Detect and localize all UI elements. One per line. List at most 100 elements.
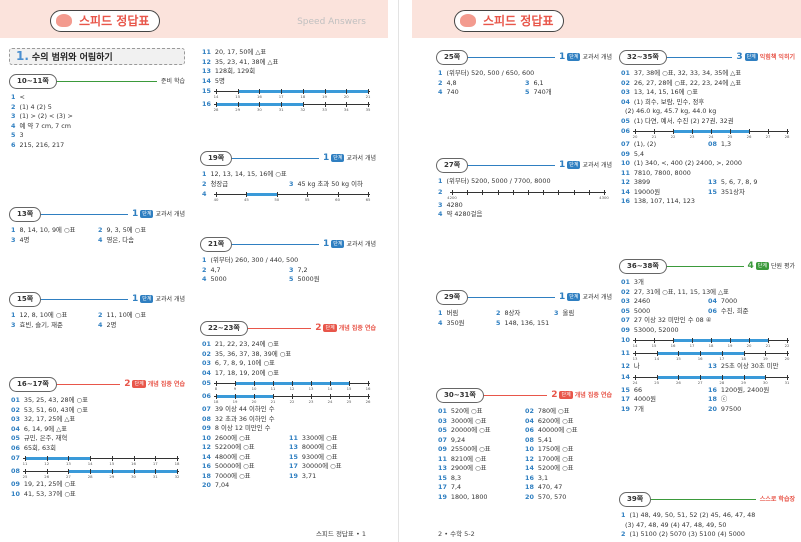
answer-line: 15 9300에 ○표 — [289, 453, 376, 463]
answer-number: 12 — [525, 454, 534, 463]
answer-line: 12 3899 — [621, 178, 708, 188]
answer-number: 1 — [202, 256, 207, 264]
number-line-tick-label: 14 — [654, 356, 660, 361]
answer-number: 05 — [621, 116, 630, 125]
answer-line: 5 148, 136, 151 — [496, 319, 612, 329]
number-line-tick-label: 21 — [765, 343, 771, 348]
number-line-10: 10 14 15 16 17 18 19 20 21 22 — [619, 336, 795, 348]
answer-line: 02 780에 ○표 — [525, 407, 612, 417]
page-range-pill: 25쪽 — [436, 50, 469, 65]
number-line-tick-label: 32 — [174, 474, 180, 479]
number-line-label: 2 — [438, 187, 443, 196]
answer-number: 1 — [11, 93, 16, 101]
answer-number: 09 — [438, 445, 447, 453]
number-line-tick-label: 26 — [746, 134, 752, 139]
level-tag: 3 단계 익힘책 익히기 — [732, 52, 795, 63]
answer-line: (3) 47, 48, 49 (4) 47, 48, 49, 50 — [621, 521, 795, 531]
answer-line: 4 350원 — [438, 319, 496, 329]
number-line-tick-label: 35 — [365, 107, 371, 112]
answer-line: 09 5,4 — [621, 150, 795, 160]
answer-number: 5 — [289, 275, 294, 283]
answer-text: 740 — [446, 88, 459, 96]
number-line-tick-label: 11 — [270, 386, 276, 391]
answer-text: (1) 5100 (2) 5070 (3) 5100 (4) 5000 — [629, 530, 745, 538]
answer-line: 19 1800, 1800 — [438, 493, 525, 503]
answer-line: 1 (위부터) 520, 500 / 650, 600 — [438, 69, 612, 79]
number-line-tick-label: 27 — [765, 134, 771, 139]
answer-text: 52200에 ○표 — [214, 443, 255, 451]
number-line-2: 2 4200 4300 — [436, 188, 612, 200]
answer-key-spread: 스피드 정답표 Speed Answers 1. 수의 범위와 어림하기 10~1… — [0, 0, 801, 542]
number-line-range — [68, 470, 177, 473]
answer-line: 3 (1) > (2) < (3) > — [11, 112, 185, 122]
answer-line: 12 1700에 ○표 — [525, 455, 612, 465]
answer-number: 02 — [621, 287, 630, 296]
answer-text: 6, 7, 8, 9, 10에 ○표 — [214, 359, 275, 367]
answer-number: 05 — [621, 306, 630, 315]
answer-number: 07 — [438, 435, 447, 444]
answer-number: 18 — [202, 471, 211, 480]
answer-box-22-23: 22~23쪽 2 단계 개념 집중 연습 01 21, 22, 23, 24에 ○표 02… — [200, 321, 376, 491]
level-tag: 4 단계 단원 평가 — [743, 261, 795, 272]
answer-text: (2) 46.0 kg, 45.7 kg, 44.0 kg — [625, 107, 717, 115]
answer-number: 20 — [202, 481, 211, 489]
number-line-tick — [528, 189, 529, 195]
answer-number: 08 — [525, 435, 534, 444]
answer-box-36-38: 36~38쪽 4 단계 단원 평가 01 3개 02 27, 31에 ○표, 11, 15,… — [619, 259, 795, 414]
answer-line: 16 3,1 — [525, 474, 612, 484]
answer-line: 4 5000 — [202, 275, 289, 285]
right-page: 스피드 정답표 25쪽 1 단계 교과서 개념 1 (위부터) 520, 500 / 6… — [412, 0, 801, 542]
answer-line: 1 8, 14, 10, 9에 ○표 — [11, 226, 98, 236]
answer-text: 8000에 ○표 — [301, 443, 338, 451]
number-line-tick-label: 27 — [697, 379, 703, 385]
number-line-tick-label: 50 — [274, 197, 280, 202]
answer-text: (1) > (2) < (3) > — [19, 112, 73, 120]
number-line-range — [656, 375, 766, 379]
answer-line: 05 20000에 ○표 — [438, 426, 525, 436]
answer-text: 8,3 — [450, 473, 462, 482]
answer-number: 17 — [621, 395, 630, 403]
answer-line: 3 4명 — [11, 236, 98, 246]
answer-text: ⓒ — [720, 395, 728, 403]
answer-text: 5000 — [633, 306, 651, 315]
answer-number: 4 — [438, 210, 443, 218]
number-line-tick-label: 16 — [670, 343, 676, 348]
number-line-tick-label: 25 — [654, 379, 660, 385]
level-tag: 2 단계 개념 집중 연습 — [311, 323, 376, 334]
answer-text: 5,4 — [633, 149, 645, 158]
answer-text: 138, 107, 114, 123 — [633, 197, 695, 205]
answer-text: 규민, 은주, 재혁 — [23, 434, 68, 442]
answer-text: 9300에 ○표 — [301, 452, 338, 461]
answer-box-continued: 11 20, 17, 50에 △표 12 35, 23, 41, 38에 △표 13 12… — [200, 48, 376, 113]
answer-text: 35, 25, 43, 28에 ○표 — [23, 396, 88, 404]
answer-line: 04 7000 — [708, 297, 795, 307]
answer-line: 1 (위부터) 5200, 5000 / 7700, 8000 — [438, 177, 612, 187]
answer-text: 53, 51, 60, 43에 ○표 — [23, 405, 88, 414]
answer-line: 03 3000에 ○표 — [438, 417, 525, 427]
number-line-tick-label: 23 — [689, 134, 695, 139]
answer-line: 14 19000원 — [621, 188, 708, 198]
answer-box-16-17: 16~17쪽 2 단계 개념 집중 연습 01 35, 25, 43, 28에 ○표 02… — [9, 377, 185, 499]
number-line-tick-label: 11 — [22, 461, 28, 466]
answer-number: 20 — [525, 492, 534, 501]
answer-text: 11, 10에 ○표 — [106, 311, 147, 319]
number-line-tick-label: 22 — [670, 134, 676, 139]
answer-number: 6 — [11, 140, 16, 149]
answer-line: 18 ⓒ — [708, 395, 795, 405]
number-line-11: 11 13 14 15 16 17 18 19 20 — [619, 349, 795, 361]
number-line-tick-label: 18 — [741, 356, 746, 361]
answer-text: 5000원 — [297, 275, 320, 283]
number-line-label: 16 — [202, 100, 211, 108]
number-line-tick-label: 20 — [251, 399, 257, 404]
answer-line: 19 7개 — [621, 405, 708, 415]
page-range-pill: 10~11쪽 — [9, 74, 57, 89]
number-line-tick-label: 15 — [109, 461, 115, 466]
number-line-tick-label: 17 — [719, 356, 725, 361]
answer-text: 8상자 — [504, 309, 521, 317]
answer-text: 32 초과 36 이하인 수 — [214, 414, 275, 423]
section-heading: 1. 수의 범위와 어림하기 — [9, 48, 185, 65]
answer-line: 05 규민, 은주, 재혁 — [11, 434, 185, 444]
answer-text: (3) 47, 48, 49 (4) 47, 48, 49, 50 — [625, 520, 727, 529]
number-line-label: 06 — [621, 127, 630, 135]
answer-text: 3,71 — [301, 471, 317, 480]
